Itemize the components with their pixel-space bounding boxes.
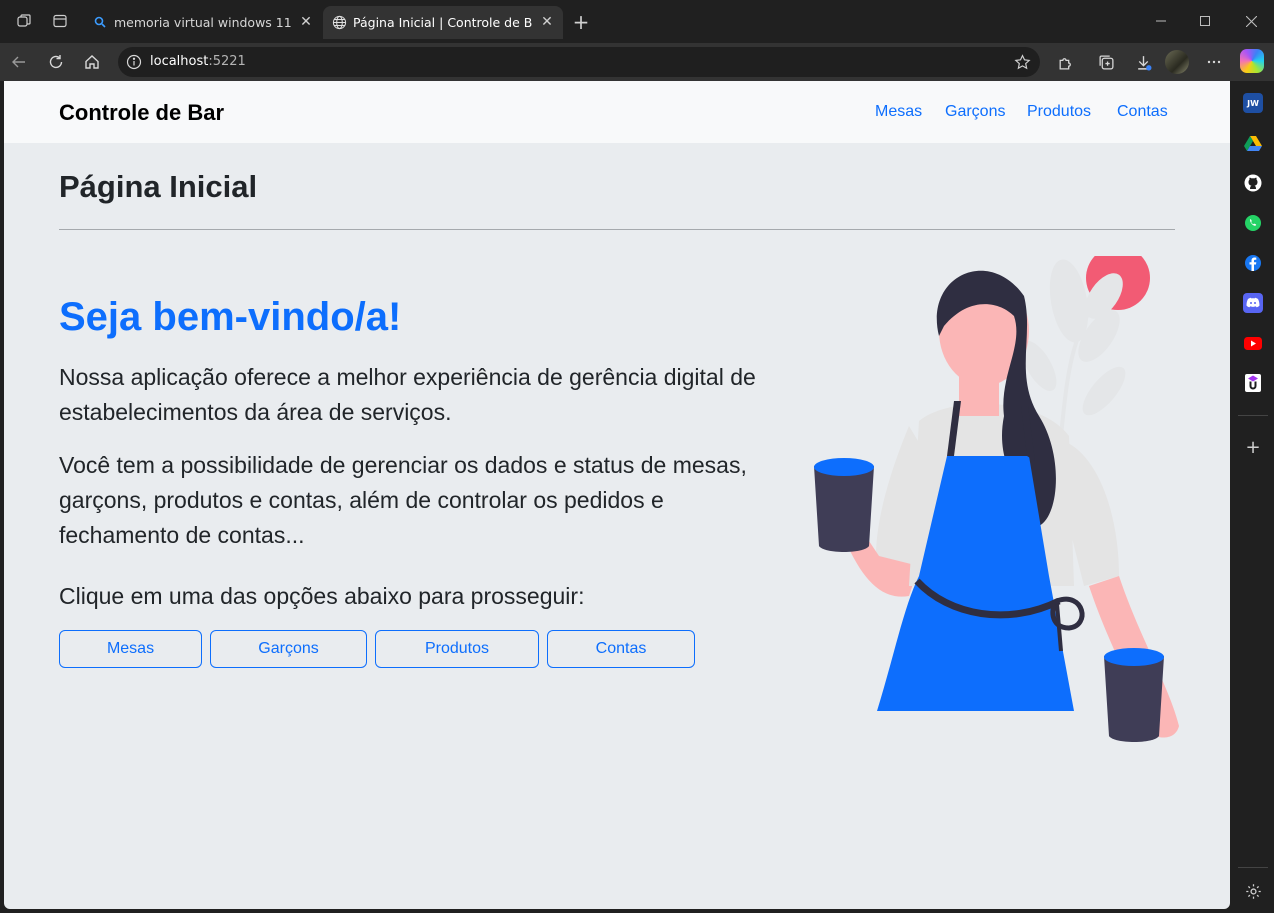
home-icon[interactable] [81,51,103,73]
new-tab-icon[interactable]: + [570,10,592,34]
welcome-heading: Seja bem-vindo/a! [59,295,402,339]
browser-tab-strip: memoria virtual windows 11 - Sea ✕ Págin… [0,0,1274,43]
tab-title: Página Inicial | Controle de Bar [353,15,533,30]
garcons-button[interactable]: Garçons [210,630,367,668]
vertical-tabs-icon[interactable] [50,11,70,31]
udemy-icon[interactable] [1243,373,1263,393]
produtos-button[interactable]: Produtos [375,630,539,668]
close-window-icon[interactable] [1240,10,1262,32]
facebook-icon[interactable] [1243,253,1263,273]
nav-link-produtos[interactable]: Produtos [1027,103,1091,121]
tab-title: memoria virtual windows 11 - Sea [114,15,294,30]
globe-icon [331,14,347,30]
more-options-icon[interactable] [1204,52,1224,72]
youtube-icon[interactable] [1243,333,1263,353]
add-icon[interactable]: + [1243,437,1263,458]
whatsapp-icon[interactable] [1243,213,1263,233]
waitress-illustration [814,256,1179,742]
site-info-icon[interactable] [126,54,142,70]
google-drive-icon[interactable] [1243,133,1263,153]
sidebar-divider [1238,415,1268,416]
extensions-icon[interactable] [1055,52,1075,72]
github-icon[interactable] [1243,173,1263,193]
features-paragraph: Você tem a possibilidade de gerenciar os… [59,452,747,548]
intro-paragraph: Nossa aplicação oferece a melhor experiê… [59,364,756,425]
title-divider [59,229,1175,230]
close-tab-icon[interactable]: ✕ [298,14,314,30]
discord-icon[interactable] [1243,293,1263,313]
search-icon [92,14,108,30]
minimize-icon[interactable] [1150,10,1172,32]
nav-link-mesas[interactable]: Mesas [875,103,922,121]
browser-toolbar: localhost:5221 [0,43,1274,81]
copilot-icon[interactable] [1240,49,1264,73]
page-viewport: Controle de Bar Mesas Garçons Produtos C… [4,81,1230,909]
jw-icon[interactable]: JW [1243,93,1263,113]
tab-controle-de-bar[interactable]: Página Inicial | Controle de Bar ✕ [323,6,563,39]
collections-icon[interactable] [1096,52,1116,72]
workspaces-icon[interactable] [14,11,34,31]
back-icon[interactable] [8,51,30,73]
favorite-star-icon[interactable] [1012,52,1032,72]
sidebar-divider [1238,867,1268,868]
close-tab-icon[interactable]: ✕ [539,14,555,30]
address-bar[interactable]: localhost:5221 [118,47,1040,77]
options-prompt: Clique em uma das opções abaixo para pro… [59,583,585,609]
downloads-icon[interactable] [1133,52,1153,72]
settings-icon[interactable] [1243,881,1263,901]
browser-side-panel: JW + [1232,81,1274,913]
contas-button[interactable]: Contas [547,630,695,668]
page-title: Página Inicial [59,169,258,204]
profile-avatar[interactable] [1165,50,1189,74]
maximize-icon[interactable] [1194,10,1216,32]
nav-link-garcons[interactable]: Garçons [945,103,1005,121]
app-navbar: Controle de Bar Mesas Garçons Produtos C… [4,81,1230,143]
refresh-icon[interactable] [45,51,67,73]
brand-link[interactable]: Controle de Bar [59,100,224,126]
mesas-button[interactable]: Mesas [59,630,202,668]
url-text: localhost:5221 [150,54,246,69]
nav-link-contas[interactable]: Contas [1117,103,1168,121]
tab-search[interactable]: memoria virtual windows 11 - Sea ✕ [84,6,322,39]
